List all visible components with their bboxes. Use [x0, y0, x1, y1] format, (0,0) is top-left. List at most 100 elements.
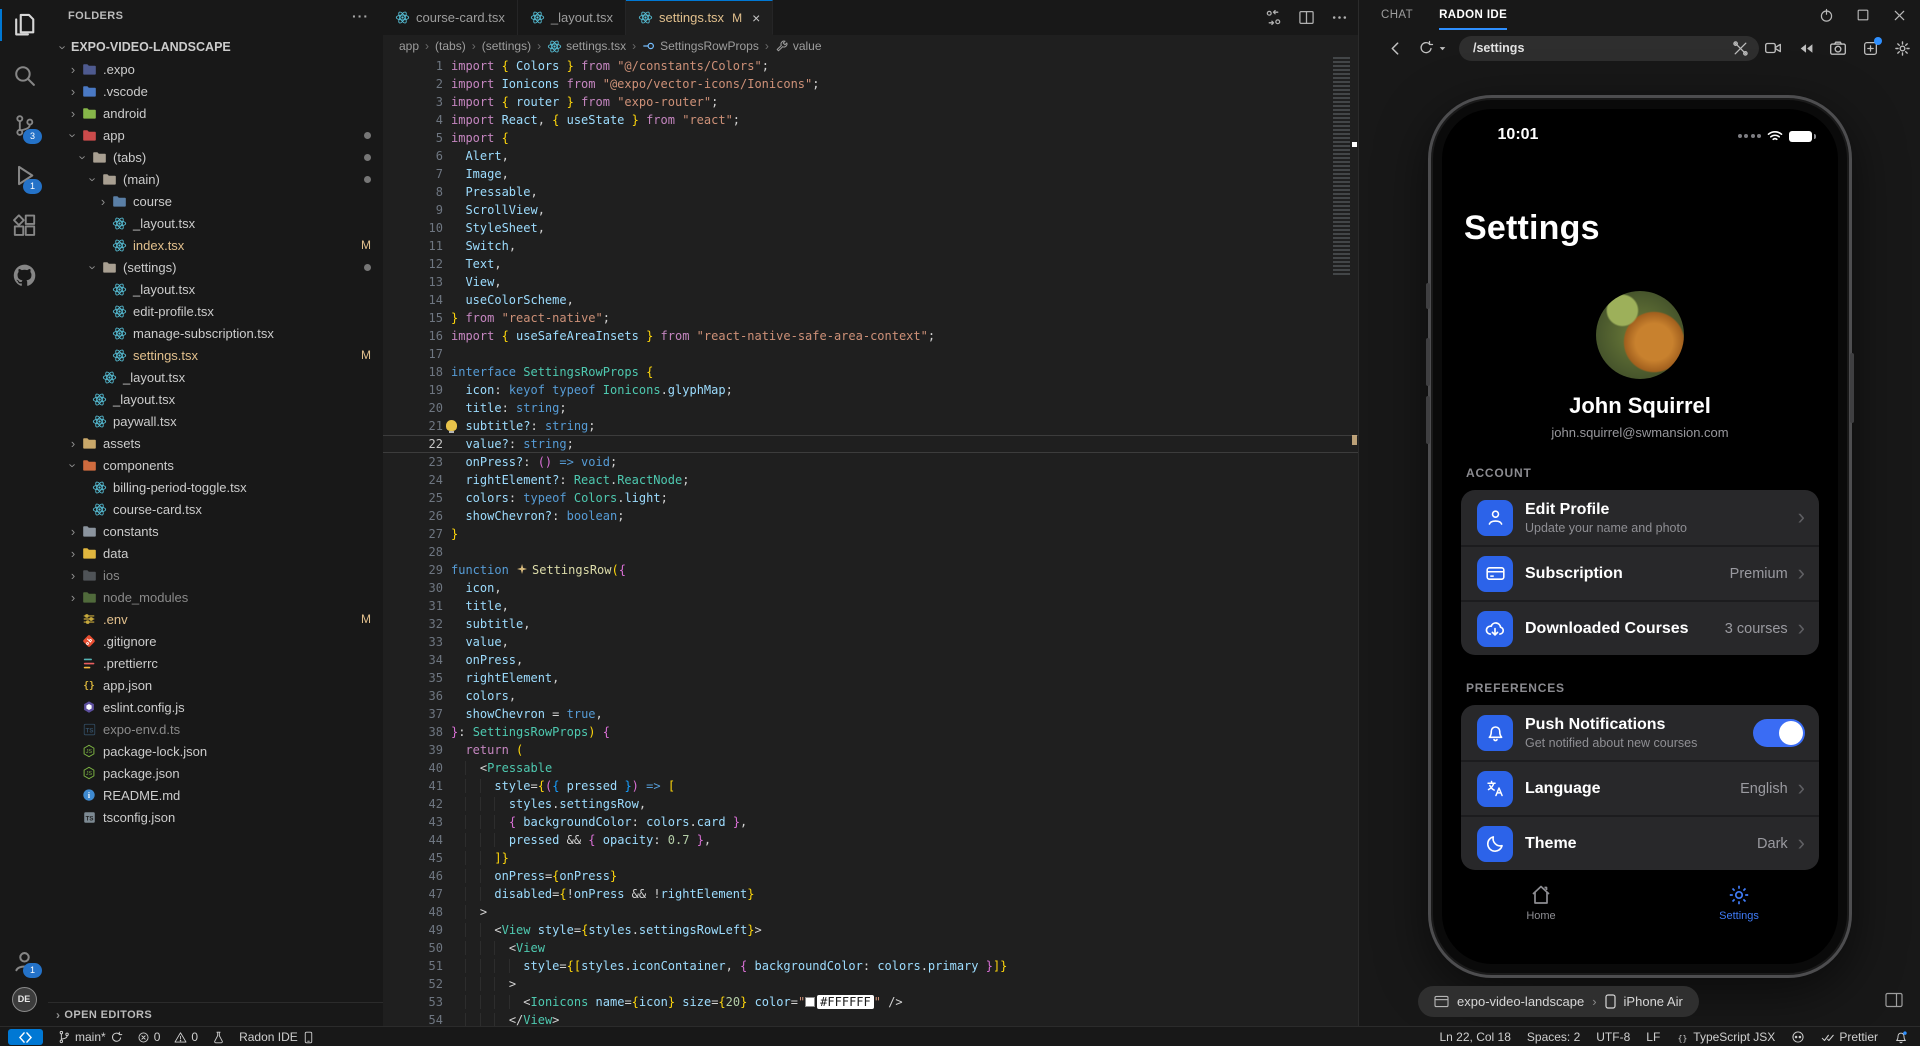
code-line-4[interactable]: 4import React, { useState } from "react"… [383, 111, 1358, 129]
toggle-switch[interactable] [1753, 719, 1805, 747]
tree-item--gitignore[interactable]: .gitignore [48, 630, 383, 652]
code-line-9[interactable]: 9 ScrollView, [383, 201, 1358, 219]
code-line-6[interactable]: 6 Alert, [383, 147, 1358, 165]
split-icon[interactable] [1298, 9, 1315, 26]
test[interactable] [212, 1031, 225, 1044]
tree-item--layout-tsx[interactable]: _layout.tsx [48, 388, 383, 410]
tree-item-node-modules[interactable]: ›node_modules [48, 586, 383, 608]
code-line-5[interactable]: 5import { [383, 129, 1358, 147]
breadcrumb-item[interactable]: settings.tsx [547, 39, 626, 54]
tree-item-expo-env-d-ts[interactable]: TSexpo-env.d.ts [48, 718, 383, 740]
tree-item-eslint-config-js[interactable]: eslint.config.js [48, 696, 383, 718]
tree-item--layout-tsx[interactable]: _layout.tsx [48, 366, 383, 388]
code-line-39[interactable]: 39 return ( [383, 741, 1358, 759]
tree-item--vscode[interactable]: ›.vscode [48, 80, 383, 102]
code-line-28[interactable]: 28 [383, 543, 1358, 561]
code-line-23[interactable]: 23 onPress?: () => void; [383, 453, 1358, 471]
tree-item-readme-md[interactable]: iREADME.md [48, 784, 383, 806]
code-line-49[interactable]: 49 <View style={styles.settingsRowLeft}> [383, 921, 1358, 939]
encoding[interactable]: UTF-8 [1596, 1030, 1630, 1044]
code-line-41[interactable]: 41 style={({ pressed }) => [ [383, 777, 1358, 795]
power-icon[interactable] [1819, 8, 1834, 23]
tree-item-course-card-tsx[interactable]: course-card.tsx [48, 498, 383, 520]
code-line-51[interactable]: 51 style={[styles.iconContainer, { backg… [383, 957, 1358, 975]
debug-badge-icon[interactable] [1862, 40, 1879, 57]
explorer-icon[interactable] [0, 0, 48, 50]
code-line-17[interactable]: 17 [383, 345, 1358, 363]
tree-item--main-[interactable]: ›(main) [48, 168, 383, 190]
code-line-46[interactable]: 46 onPress={onPress} [383, 867, 1358, 885]
code-line-31[interactable]: 31 title, [383, 597, 1358, 615]
radon-ide[interactable]: Radon IDE [239, 1030, 315, 1044]
code-line-40[interactable]: 40 <Pressable [383, 759, 1358, 777]
overview-ruler[interactable] [1351, 57, 1358, 1026]
code-line-22[interactable]: 22 value?: string; [383, 435, 1358, 453]
warnings[interactable]: 0 [174, 1030, 198, 1044]
video-icon[interactable] [1764, 39, 1782, 57]
code-line-36[interactable]: 36 colors, [383, 687, 1358, 705]
more-icon[interactable] [1331, 9, 1348, 26]
tab--layout-tsx[interactable]: _layout.tsx [518, 0, 626, 35]
settings-row-downloaded-courses[interactable]: Downloaded Courses3 courses› [1461, 600, 1819, 655]
breadcrumb-item[interactable]: app [399, 39, 419, 53]
folders-more-icon[interactable]: ··· [352, 8, 369, 24]
iphone-simulator[interactable]: 10:01 Settings John Squirrel john.squirr… [1428, 95, 1852, 978]
code-line-43[interactable]: 43 { backgroundColor: colors.card }, [383, 813, 1358, 831]
tree-item--tabs-[interactable]: ›(tabs) [48, 146, 383, 168]
code-line-29[interactable]: 29function SettingsRow({ [383, 561, 1358, 579]
code-line-10[interactable]: 10 StyleSheet, [383, 219, 1358, 237]
tree-item--prettierrc[interactable]: .prettierrc [48, 652, 383, 674]
tree-item-edit-profile-tsx[interactable]: edit-profile.tsx [48, 300, 383, 322]
code-area[interactable]: 1import { Colors } from "@/constants/Col… [383, 57, 1358, 1026]
lightbulb-icon[interactable] [446, 420, 457, 431]
caret-icon[interactable] [1438, 44, 1447, 53]
close-icon[interactable]: × [752, 10, 760, 26]
tree-item-package-json[interactable]: JSpackage.json [48, 762, 383, 784]
settings-row-theme[interactable]: ThemeDark› [1461, 815, 1819, 870]
run-debug-icon[interactable]: 1 [0, 150, 48, 200]
panel-tab-chat[interactable]: CHAT [1381, 0, 1413, 30]
profile-avatar[interactable] [1596, 291, 1684, 379]
remote-indicator[interactable] [8, 1029, 43, 1045]
tab-home[interactable]: Home [1481, 883, 1601, 922]
code-line-24[interactable]: 24 rightElement?: React.ReactNode; [383, 471, 1358, 489]
code-line-27[interactable]: 27} [383, 525, 1358, 543]
code-line-11[interactable]: 11 Switch, [383, 237, 1358, 255]
tree-item-index-tsx[interactable]: index.tsxM [48, 234, 383, 256]
panel-layout-icon[interactable] [1885, 992, 1903, 1008]
code-line-50[interactable]: 50 <View [383, 939, 1358, 957]
search-icon[interactable] [0, 50, 48, 100]
code-line-45[interactable]: 45 ]} [383, 849, 1358, 867]
code-line-7[interactable]: 7 Image, [383, 165, 1358, 183]
code-line-15[interactable]: 15} from "react-native"; [383, 309, 1358, 327]
code-line-13[interactable]: 13 View, [383, 273, 1358, 291]
code-line-2[interactable]: 2import Ionicons from "@expo/vector-icon… [383, 75, 1358, 93]
code-line-16[interactable]: 16import { useSafeAreaInsets } from "rea… [383, 327, 1358, 345]
cursor-position[interactable]: Ln 22, Col 18 [1440, 1030, 1511, 1044]
notifications[interactable] [1894, 1030, 1908, 1044]
settings-row-subscription[interactable]: SubscriptionPremium› [1461, 545, 1819, 600]
code-line-47[interactable]: 47 disabled={!onPress && !rightElement} [383, 885, 1358, 903]
tree-item-app[interactable]: ›app [48, 124, 383, 146]
code-line-38[interactable]: 38}: SettingsRowProps) { [383, 723, 1358, 741]
url-bar[interactable]: /settings [1459, 36, 1759, 61]
prettier[interactable]: Prettier [1821, 1030, 1878, 1044]
close-icon[interactable] [1892, 8, 1907, 23]
back-icon[interactable] [1387, 40, 1404, 57]
github-icon[interactable] [0, 250, 48, 300]
code-line-18[interactable]: 18interface SettingsRowProps { [383, 363, 1358, 381]
code-line-34[interactable]: 34 onPress, [383, 651, 1358, 669]
tree-item-settings-tsx[interactable]: settings.tsxM [48, 344, 383, 366]
breadcrumb-item[interactable]: (settings) [482, 39, 531, 53]
reload-icon[interactable] [1418, 40, 1434, 56]
code-line-35[interactable]: 35 rightElement, [383, 669, 1358, 687]
phone-screen[interactable]: 10:01 Settings John Squirrel john.squirr… [1442, 109, 1838, 964]
tree-item-ios[interactable]: ›ios [48, 564, 383, 586]
tree-item-package-lock-json[interactable]: JSpackage-lock.json [48, 740, 383, 762]
settings-row-language[interactable]: LanguageEnglish› [1461, 760, 1819, 815]
code-line-3[interactable]: 3import { router } from "expo-router"; [383, 93, 1358, 111]
git-branch[interactable]: main* [57, 1030, 123, 1044]
tree-item-course[interactable]: ›course [48, 190, 383, 212]
tree-item--layout-tsx[interactable]: _layout.tsx [48, 212, 383, 234]
code-line-33[interactable]: 33 value, [383, 633, 1358, 651]
